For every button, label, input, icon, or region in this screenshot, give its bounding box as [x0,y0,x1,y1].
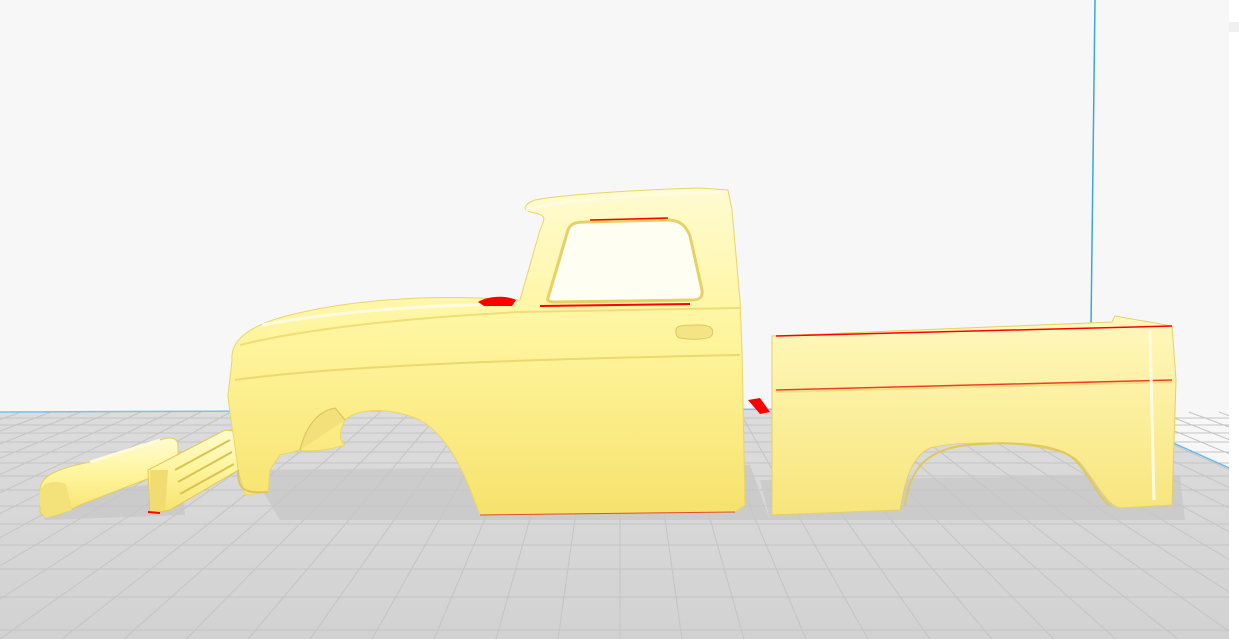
3d-viewport[interactable] [0,0,1239,639]
viewport-right-edge [1229,0,1239,639]
scene-canvas[interactable] [0,0,1229,639]
cab-window [546,218,704,304]
door-handle [675,324,714,340]
panel-edge-marker [1229,22,1239,32]
